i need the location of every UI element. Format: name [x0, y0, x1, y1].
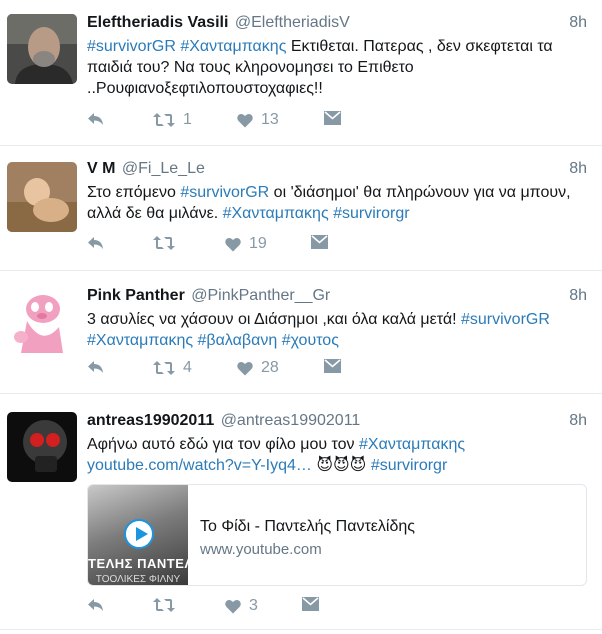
reply-icon — [87, 235, 105, 251]
hashtag-link[interactable]: #Χανταμπακης — [223, 205, 329, 222]
user-handle[interactable]: @EleftheriadisV — [235, 14, 350, 31]
hashtag-link[interactable]: #Χανταμπακης — [180, 38, 286, 55]
like-count: 3 — [249, 597, 258, 614]
link-card[interactable]: ΤΕΛΗΣ ΠΑΝΤΕΛ ΤΟΟΛΙΚΕΣ ΦΙΛΝΥ Το Φίδι - Πα… — [87, 484, 587, 586]
reply-button[interactable] — [87, 359, 105, 375]
heart-icon — [237, 361, 253, 376]
envelope-icon — [324, 111, 341, 125]
tweet-text: Αφήνω αυτό εδώ για τον φίλο μου τον #Χαν… — [87, 434, 592, 476]
card-domain: www.youtube.com — [200, 541, 322, 558]
user-name[interactable]: Pink Panther — [87, 287, 185, 304]
direct-message-button[interactable] — [302, 597, 319, 611]
avatar[interactable] — [7, 14, 77, 84]
retweet-count: 4 — [183, 359, 192, 376]
retweet-button[interactable]: 4 — [153, 359, 192, 377]
user-handle[interactable]: @Fi_Le_Le — [122, 160, 205, 177]
user-name[interactable]: Eleftheriadis Vasili — [87, 14, 228, 31]
hashtag-link[interactable]: #χουτος — [282, 332, 339, 349]
hashtag-link[interactable]: #survirorgr — [371, 457, 447, 474]
like-button[interactable]: 13 — [237, 111, 279, 129]
tweet-divider — [0, 270, 602, 271]
tweet-actions: 3 — [87, 597, 407, 617]
hashtag-link[interactable]: #survirorgr — [333, 205, 409, 222]
reply-icon — [87, 111, 105, 127]
tweet[interactable]: V M @Fi_Le_Le 8h Στο επόμενο #survivorGR… — [0, 160, 602, 270]
direct-message-button[interactable] — [324, 359, 341, 373]
reply-icon — [87, 359, 105, 375]
user-handle[interactable]: @PinkPanther__Gr — [191, 287, 330, 304]
hashtag-link[interactable]: #survivorGR — [87, 38, 176, 55]
hashtag-link[interactable]: #survivorGR — [461, 311, 550, 328]
tweet-text: 3 ασυλίες να χάσουν οι Διάσημοι ,και όλα… — [87, 309, 592, 351]
tweet-header: V M @Fi_Le_Le — [87, 160, 205, 178]
reply-button[interactable] — [87, 235, 105, 251]
tweet[interactable]: Eleftheriadis Vasili @EleftheriadisV 8h … — [0, 14, 602, 149]
retweet-count: 1 — [183, 111, 192, 128]
envelope-icon — [324, 359, 341, 373]
avatar[interactable] — [7, 287, 77, 357]
retweet-icon — [153, 360, 175, 376]
thumbnail-caption: ΤΕΛΗΣ ΠΑΝΤΕΛ — [88, 556, 188, 571]
reply-button[interactable] — [87, 597, 105, 613]
retweet-button[interactable] — [153, 235, 183, 251]
hashtag-link[interactable]: #Χανταμπακης — [359, 436, 465, 453]
like-button[interactable]: 28 — [237, 359, 279, 377]
hashtag-link[interactable]: #βαλαβανη — [198, 332, 278, 349]
envelope-icon — [311, 235, 328, 249]
thumbnail-caption-2: ΤΟΟΛΙΚΕΣ ΦΙΛΝΥ — [95, 574, 181, 585]
envelope-icon — [302, 597, 319, 611]
direct-message-button[interactable] — [311, 235, 328, 249]
hashtag-link[interactable]: #Χανταμπακης — [87, 332, 193, 349]
direct-message-button[interactable] — [324, 111, 341, 125]
user-name[interactable]: antreas19902011 — [87, 412, 214, 429]
retweet-icon — [153, 597, 175, 613]
tweet[interactable]: Pink Panther @PinkPanther__Gr 8h 3 ασυλί… — [0, 287, 602, 392]
tweet-actions: 1 13 — [87, 111, 407, 131]
timestamp[interactable]: 8h — [569, 160, 587, 178]
tweet-text-segment: Στο επόμενο — [87, 184, 181, 201]
like-count: 13 — [261, 111, 279, 128]
hashtag-link[interactable]: #survivorGR — [180, 184, 269, 201]
like-button[interactable]: 19 — [225, 235, 267, 253]
tweet-text: Στο επόμενο #survivorGR οι 'διάσημοι' θα… — [87, 182, 592, 224]
tweet-divider — [0, 393, 602, 394]
like-count: 19 — [249, 235, 267, 252]
timestamp[interactable]: 8h — [569, 287, 587, 305]
reply-button[interactable] — [87, 111, 105, 127]
avatar[interactable] — [7, 162, 77, 232]
tweet-text-segment: 3 ασυλίες να χάσουν οι Διάσημοι ,και όλα… — [87, 311, 461, 328]
tweet-header: Eleftheriadis Vasili @EleftheriadisV — [87, 14, 350, 32]
retweet-icon — [153, 112, 175, 128]
tweet-text: #survivorGR #Χανταμπακης Εκτιθεται. Πατε… — [87, 36, 592, 99]
tweet-actions: 19 — [87, 235, 407, 255]
heart-icon — [237, 113, 253, 128]
tweet-text-segment: Αφήνω αυτό εδώ για τον φίλο μου τον — [87, 436, 359, 453]
tweet[interactable]: antreas19902011 @antreas19902011 8h Αφήν… — [0, 412, 602, 630]
retweet-icon — [153, 235, 175, 251]
tweet-header: antreas19902011 @antreas19902011 — [87, 412, 360, 430]
timestamp[interactable]: 8h — [569, 412, 587, 430]
user-name[interactable]: V M — [87, 160, 115, 177]
video-thumbnail[interactable]: ΤΕΛΗΣ ΠΑΝΤΕΛ ΤΟΟΛΙΚΕΣ ΦΙΛΝΥ — [88, 485, 188, 585]
tweet-divider — [0, 629, 602, 630]
play-icon[interactable] — [124, 519, 154, 549]
avatar[interactable] — [7, 412, 77, 482]
heart-icon — [225, 237, 241, 252]
like-count: 28 — [261, 359, 279, 376]
heart-icon — [225, 599, 241, 614]
retweet-button[interactable]: 1 — [153, 111, 192, 129]
like-button[interactable]: 3 — [225, 597, 258, 615]
retweet-button[interactable] — [153, 597, 183, 613]
tweet-text-segment: 😈😈😈 — [311, 457, 371, 474]
tweet-divider — [0, 145, 602, 146]
tweet-header: Pink Panther @PinkPanther__Gr — [87, 287, 330, 305]
hashtag-link[interactable]: youtube.com/watch?v=Y-Iyq4… — [87, 457, 312, 474]
timestamp[interactable]: 8h — [569, 14, 587, 32]
user-handle[interactable]: @antreas19902011 — [221, 412, 361, 429]
card-title[interactable]: Το Φίδι - Παντελής Παντελίδης — [200, 518, 415, 536]
tweet-actions: 4 28 — [87, 359, 407, 379]
reply-icon — [87, 597, 105, 613]
